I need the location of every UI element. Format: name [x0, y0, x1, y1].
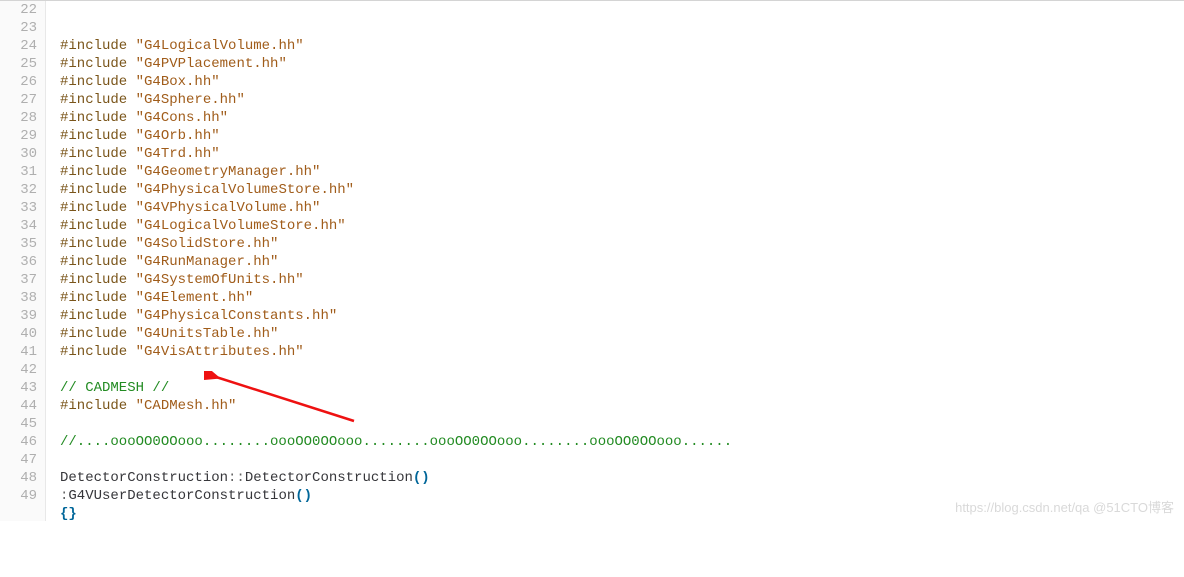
code-line: #include "G4Box.hh"	[60, 73, 1184, 91]
code-line: #include "G4GeometryManager.hh"	[60, 163, 1184, 181]
code-line	[60, 523, 1184, 541]
code-line: #include "G4Element.hh"	[60, 289, 1184, 307]
code-line: #include "G4SystemOfUnits.hh"	[60, 271, 1184, 289]
line-number: 28	[0, 109, 37, 127]
code-line: // CADMESH //	[60, 379, 1184, 397]
code-line: #include "G4LogicalVolumeStore.hh"	[60, 217, 1184, 235]
line-number: 46	[0, 433, 37, 451]
code-line: #include "G4UnitsTable.hh"	[60, 325, 1184, 343]
line-number: 31	[0, 163, 37, 181]
line-number: 48	[0, 469, 37, 487]
line-number: 35	[0, 235, 37, 253]
code-line: #include "G4PhysicalVolumeStore.hh"	[60, 181, 1184, 199]
code-line: DetectorConstruction::DetectorConstructi…	[60, 469, 1184, 487]
line-number: 24	[0, 37, 37, 55]
code-line: #include "G4Trd.hh"	[60, 145, 1184, 163]
line-number: 40	[0, 325, 37, 343]
line-number: 22	[0, 1, 37, 19]
line-number: 47	[0, 451, 37, 469]
code-editor: 2223242526272829303132333435363738394041…	[0, 1, 1184, 521]
line-number: 49	[0, 487, 37, 505]
line-number: 26	[0, 73, 37, 91]
line-number: 43	[0, 379, 37, 397]
code-line: #include "G4VPhysicalVolume.hh"	[60, 199, 1184, 217]
code-line: #include "G4Cons.hh"	[60, 109, 1184, 127]
code-line: #include "G4Sphere.hh"	[60, 91, 1184, 109]
code-line: #include "G4Orb.hh"	[60, 127, 1184, 145]
code-line: #include "CADMesh.hh"	[60, 397, 1184, 415]
code-line: //....oooOO0OOooo........oooOO0OOooo....…	[60, 433, 1184, 451]
line-number: 34	[0, 217, 37, 235]
code-line: #include "G4PhysicalConstants.hh"	[60, 307, 1184, 325]
line-number: 42	[0, 361, 37, 379]
code-line: #include "G4LogicalVolume.hh"	[60, 37, 1184, 55]
code-line	[60, 451, 1184, 469]
line-number: 32	[0, 181, 37, 199]
line-number: 27	[0, 91, 37, 109]
line-number: 38	[0, 289, 37, 307]
line-number: 45	[0, 415, 37, 433]
code-line: #include "G4RunManager.hh"	[60, 253, 1184, 271]
line-number: 23	[0, 19, 37, 37]
line-number: 39	[0, 307, 37, 325]
line-number: 44	[0, 397, 37, 415]
code-area: #include "G4LogicalVolume.hh"#include "G…	[46, 1, 1184, 521]
code-line: :G4VUserDetectorConstruction()	[60, 487, 1184, 505]
code-line: {}	[60, 505, 1184, 523]
line-number: 37	[0, 271, 37, 289]
code-line: #include "G4VisAttributes.hh"	[60, 343, 1184, 361]
line-number-gutter: 2223242526272829303132333435363738394041…	[0, 1, 46, 521]
code-line: #include "G4SolidStore.hh"	[60, 235, 1184, 253]
line-number: 25	[0, 55, 37, 73]
line-number: 30	[0, 145, 37, 163]
line-number: 41	[0, 343, 37, 361]
line-number: 36	[0, 253, 37, 271]
code-line	[60, 415, 1184, 433]
code-line: #include "G4PVPlacement.hh"	[60, 55, 1184, 73]
line-number: 29	[0, 127, 37, 145]
line-number: 33	[0, 199, 37, 217]
code-line	[60, 361, 1184, 379]
